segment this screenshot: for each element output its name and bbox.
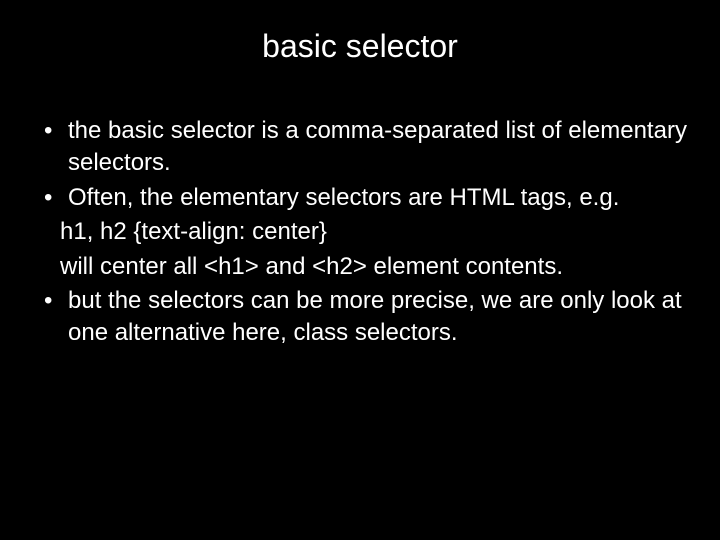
list-item: will center all <h1> and <h2> element co… — [38, 251, 700, 283]
list-item: h1, h2 {text-align: center} — [38, 216, 700, 248]
list-item: the basic selector is a comma-separated … — [38, 115, 700, 180]
list-item: Often, the elementary selectors are HTML… — [38, 182, 700, 214]
bullet-list: the basic selector is a comma-separated … — [38, 115, 700, 350]
list-item: but the selectors can be more precise, w… — [38, 285, 700, 350]
slide-title: basic selector — [20, 28, 700, 65]
slide-content: the basic selector is a comma-separated … — [20, 115, 700, 350]
slide: basic selector the basic selector is a c… — [0, 0, 720, 540]
